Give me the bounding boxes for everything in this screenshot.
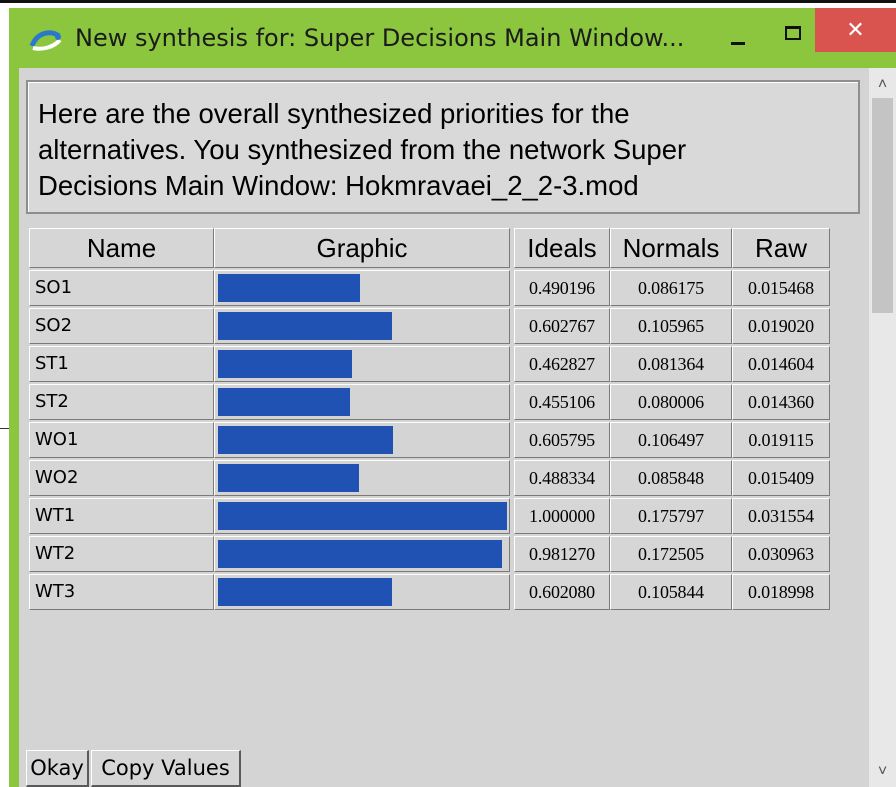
row-ideal-cell[interactable]: 0.488334 — [514, 460, 610, 496]
priority-bar — [218, 464, 359, 492]
row-normal-cell[interactable]: 0.085848 — [610, 460, 732, 496]
window-client-area: Here are the overall synthesized priorit… — [19, 68, 896, 787]
row-normal-cell[interactable]: 0.086175 — [610, 270, 732, 306]
row-normal-cell[interactable]: 0.080006 — [610, 384, 732, 420]
priority-bar — [218, 426, 393, 454]
row-ideal-cell[interactable]: 0.981270 — [514, 536, 610, 572]
row-graphic-cell — [214, 422, 510, 458]
row-name-cell[interactable]: ST1 — [29, 346, 214, 382]
row-normal-cell[interactable]: 0.105844 — [610, 574, 732, 610]
row-normal-cell[interactable]: 0.172505 — [610, 536, 732, 572]
row-raw-cell[interactable]: 0.015409 — [732, 460, 830, 496]
row-normal-cell[interactable]: 0.081364 — [610, 346, 732, 382]
row-ideal-cell[interactable]: 0.455106 — [514, 384, 610, 420]
row-graphic-cell — [214, 270, 510, 306]
row-raw-cell[interactable]: 0.019115 — [732, 422, 830, 458]
priority-bar — [218, 274, 360, 302]
row-ideal-cell[interactable]: 0.602767 — [514, 308, 610, 344]
row-normal-cell[interactable]: 0.175797 — [610, 498, 732, 534]
row-ideal-cell[interactable]: 0.605795 — [514, 422, 610, 458]
synthesis-window: New synthesis for: Super Decisions Main … — [9, 8, 896, 787]
header-name[interactable]: Name — [29, 228, 214, 268]
row-graphic-cell — [214, 460, 510, 496]
row-graphic-cell — [214, 574, 510, 610]
row-normal-cell[interactable]: 0.106497 — [610, 422, 732, 458]
header-normals[interactable]: Normals — [610, 228, 732, 268]
row-raw-cell[interactable]: 0.031554 — [732, 498, 830, 534]
row-raw-cell[interactable]: 0.019020 — [732, 308, 830, 344]
row-name-cell[interactable]: SO1 — [29, 270, 214, 306]
header-graphic[interactable]: Graphic — [214, 228, 510, 268]
row-name-cell[interactable]: WO1 — [29, 422, 214, 458]
priorities-table: Name Graphic Ideals Normals Raw SO1 0.490… — [26, 228, 863, 748]
priority-bar — [218, 578, 392, 606]
row-graphic-cell — [214, 346, 510, 382]
copy-values-button[interactable]: Copy Values — [91, 750, 241, 787]
priority-bar — [218, 502, 507, 530]
priority-bar — [218, 388, 350, 416]
app-icon — [29, 28, 63, 52]
row-raw-cell[interactable]: 0.018998 — [732, 574, 830, 610]
row-name-cell[interactable]: ST2 — [29, 384, 214, 420]
scroll-up-arrow-icon[interactable]: ˄ — [869, 76, 896, 96]
message-text: Here are the overall synthesized priorit… — [38, 98, 687, 201]
close-button[interactable]: ✕ — [815, 8, 896, 52]
priority-bar — [218, 312, 392, 340]
maximize-button[interactable] — [777, 20, 807, 46]
row-graphic-cell — [214, 308, 510, 344]
vertical-scrollbar[interactable]: ˄ ˅ — [869, 68, 896, 787]
row-name-cell[interactable]: SO2 — [29, 308, 214, 344]
title-bar[interactable]: New synthesis for: Super Decisions Main … — [9, 8, 896, 68]
priority-bar — [218, 540, 502, 568]
row-raw-cell[interactable]: 0.030963 — [732, 536, 830, 572]
row-ideal-cell[interactable]: 0.602080 — [514, 574, 610, 610]
row-name-cell[interactable]: WO2 — [29, 460, 214, 496]
okay-button[interactable]: Okay — [26, 750, 89, 787]
message-panel: Here are the overall synthesized priorit… — [26, 80, 860, 214]
row-ideal-cell[interactable]: 1.000000 — [514, 498, 610, 534]
row-graphic-cell — [214, 384, 510, 420]
row-graphic-cell — [214, 498, 510, 534]
row-name-cell[interactable]: WT2 — [29, 536, 214, 572]
priority-bar — [218, 350, 352, 378]
row-raw-cell[interactable]: 0.014360 — [732, 384, 830, 420]
row-raw-cell[interactable]: 0.015468 — [732, 270, 830, 306]
scroll-thumb[interactable] — [872, 98, 893, 313]
row-ideal-cell[interactable]: 0.462827 — [514, 346, 610, 382]
row-ideal-cell[interactable]: 0.490196 — [514, 270, 610, 306]
header-raw[interactable]: Raw — [732, 228, 830, 268]
row-name-cell[interactable]: WT3 — [29, 574, 214, 610]
row-name-cell[interactable]: WT1 — [29, 498, 214, 534]
row-raw-cell[interactable]: 0.014604 — [732, 346, 830, 382]
row-normal-cell[interactable]: 0.105965 — [610, 308, 732, 344]
top-border-line — [0, 0, 896, 3]
row-graphic-cell — [214, 536, 510, 572]
minimize-button[interactable] — [723, 28, 753, 52]
header-ideals[interactable]: Ideals — [514, 228, 610, 268]
window-title: New synthesis for: Super Decisions Main … — [75, 24, 685, 52]
button-bar: Okay Copy Values — [26, 750, 863, 787]
scroll-down-arrow-icon[interactable]: ˅ — [869, 763, 896, 783]
